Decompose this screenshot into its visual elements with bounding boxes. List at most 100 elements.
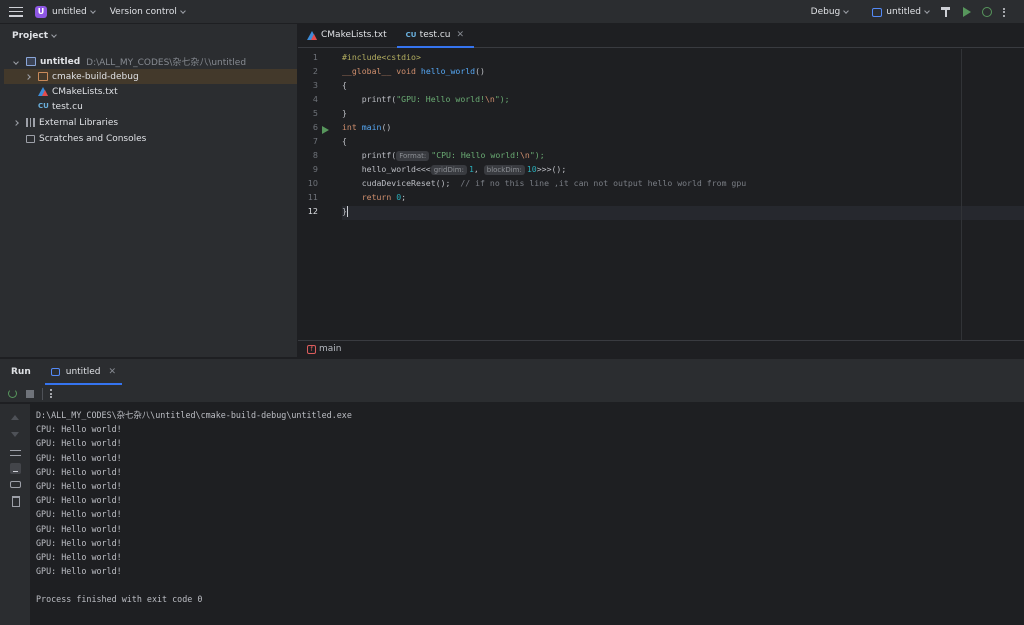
- soft-wrap-icon[interactable]: [10, 450, 21, 456]
- more-actions-icon[interactable]: [1003, 7, 1005, 17]
- line-number: 3: [312, 81, 318, 90]
- code-area[interactable]: #include<cstdio> __global__ void hello_w…: [342, 49, 1024, 341]
- line-number: 10: [307, 179, 318, 188]
- close-icon[interactable]: ✕: [456, 30, 464, 40]
- cuda-file-icon: CU: [38, 102, 49, 110]
- tree-item-path: D:\ALL_MY_CODES\杂七杂八\untitled: [86, 58, 247, 68]
- console-line: GPU: Hello world!: [36, 452, 122, 463]
- editor-gutter: 1 2 3 4 5 6 7 8 9 10 11 12: [298, 49, 342, 341]
- code-line: {: [342, 136, 347, 146]
- collapse-arrow-icon[interactable]: [25, 73, 31, 80]
- more-options-icon[interactable]: [50, 389, 52, 398]
- text-caret: [346, 206, 348, 217]
- line-number: 9: [312, 165, 318, 174]
- code-line: }: [342, 108, 347, 118]
- code-line: __global__ void hello_world(): [342, 66, 485, 76]
- function-icon: f: [307, 344, 316, 354]
- line-number: 1: [312, 53, 318, 62]
- module-icon: [26, 57, 36, 66]
- main-menu-icon[interactable]: [9, 6, 23, 17]
- build-config-label: Debug: [810, 7, 841, 17]
- chevron-down-icon: [89, 7, 96, 14]
- tree-item-scratches[interactable]: Scratches and Consoles: [4, 131, 297, 146]
- tab-cmakelists[interactable]: CMakeLists.txt: [298, 23, 397, 47]
- line-number: 4: [312, 95, 318, 104]
- code-line: printf("GPU: Hello world!\n");: [342, 94, 510, 104]
- chevron-down-icon: [180, 7, 186, 14]
- run-tab-untitled[interactable]: untitled ✕: [44, 359, 123, 385]
- line-number: 5: [312, 109, 318, 118]
- tab-test-cu[interactable]: CU test.cu ✕: [396, 23, 475, 48]
- expand-arrow-icon[interactable]: [13, 58, 19, 65]
- build-hammer-icon[interactable]: [940, 6, 952, 18]
- breadcrumb-label: main: [319, 344, 342, 354]
- project-switcher[interactable]: untitled: [52, 6, 96, 17]
- print-icon[interactable]: [10, 481, 21, 488]
- console-line: GPU: Hello world!: [36, 566, 122, 577]
- toolbar-separator: [42, 387, 43, 400]
- line-number: 2: [312, 67, 318, 76]
- breadcrumb[interactable]: f main: [298, 340, 1024, 357]
- gutter-run-icon[interactable]: [322, 126, 329, 134]
- collapse-arrow-icon[interactable]: [13, 119, 19, 126]
- tree-item-cmake-build-debug[interactable]: cmake-build-debug: [4, 69, 297, 84]
- clear-trash-icon[interactable]: [12, 496, 20, 507]
- stop-icon[interactable]: [26, 389, 34, 398]
- tree-item-label: test.cu: [52, 101, 83, 112]
- cmake-icon: [307, 30, 317, 40]
- project-panel-header[interactable]: Project: [4, 24, 297, 48]
- run-toolbar: [0, 385, 1024, 403]
- project-badge[interactable]: U: [35, 5, 47, 18]
- run-config-icon: [872, 7, 883, 17]
- line-number: 6: [312, 123, 318, 132]
- code-line: #include<cstdio>: [342, 52, 421, 62]
- inlay-hint: gridDim:: [430, 165, 467, 175]
- line-number: 11: [307, 193, 318, 202]
- run-play-icon[interactable]: [963, 7, 971, 17]
- console-line: GPU: Hello world!: [36, 466, 122, 477]
- run-tab-label: untitled: [65, 367, 101, 377]
- scroll-to-end-icon[interactable]: [10, 463, 21, 474]
- console-line: GPU: Hello world!: [36, 495, 122, 506]
- tree-item-label: untitled: [40, 56, 81, 67]
- scroll-up-icon[interactable]: [11, 415, 19, 420]
- console-line: GPU: Hello world!: [36, 509, 122, 520]
- project-panel: Project untitled D:\ALL_MY_CODES\杂七杂八\un…: [4, 24, 298, 357]
- scroll-down-icon[interactable]: [11, 432, 19, 437]
- run-panel: Run untitled ✕ D:\ALL_MY_CODES\杂七杂八\unti…: [0, 358, 1024, 625]
- current-line-highlight: [342, 206, 1024, 220]
- run-config-icon: [50, 368, 60, 376]
- run-panel-header: Run untitled ✕: [0, 359, 1024, 385]
- close-icon[interactable]: ✕: [108, 367, 116, 377]
- run-config-label: untitled: [886, 7, 921, 17]
- console-line: GPU: Hello world!: [36, 537, 122, 548]
- code-line: printf(Format: "CPU: Hello world!\n");: [342, 150, 545, 161]
- console-line: GPU: Hello world!: [36, 438, 122, 449]
- tree-item-untitled[interactable]: untitled D:\ALL_MY_CODES\杂七杂八\untitled: [4, 54, 297, 69]
- chevron-down-icon: [843, 8, 850, 14]
- editor-area: CMakeLists.txt CU test.cu ✕ 1 2 3 4 5 6 …: [298, 24, 1024, 357]
- title-bar: U untitled Version control Debug untitle…: [0, 0, 1024, 24]
- console-line: Process finished with exit code 0: [36, 594, 203, 605]
- line-number: 12: [307, 207, 318, 216]
- console-line: GPU: Hello world!: [36, 551, 122, 562]
- inlay-hint: Format:: [396, 151, 430, 161]
- tab-label: test.cu: [419, 30, 451, 40]
- line-number: 7: [312, 137, 318, 146]
- code-line: }: [342, 206, 348, 217]
- run-config-selector[interactable]: untitled: [872, 7, 930, 17]
- tree-item-test-cu[interactable]: CU test.cu: [4, 99, 297, 114]
- console-output[interactable]: D:\ALL_MY_CODES\杂七杂八\untitled\cmake-buil…: [36, 408, 1016, 607]
- tree-item-label: Scratches and Consoles: [39, 133, 147, 144]
- debug-bug-icon[interactable]: [982, 7, 992, 17]
- tree-item-external-libraries[interactable]: External Libraries: [4, 115, 297, 130]
- tree-item-cmakelists[interactable]: CMakeLists.txt: [4, 84, 297, 99]
- build-config-selector[interactable]: Debug: [810, 7, 850, 17]
- code-line: int main(): [342, 122, 392, 132]
- vcs-widget[interactable]: Version control: [110, 7, 186, 17]
- project-panel-title: Project: [12, 31, 49, 41]
- tree-item-label: cmake-build-debug: [52, 71, 139, 82]
- project-name: untitled: [52, 6, 87, 17]
- rerun-icon[interactable]: [8, 389, 17, 398]
- run-panel-title: Run: [11, 367, 31, 377]
